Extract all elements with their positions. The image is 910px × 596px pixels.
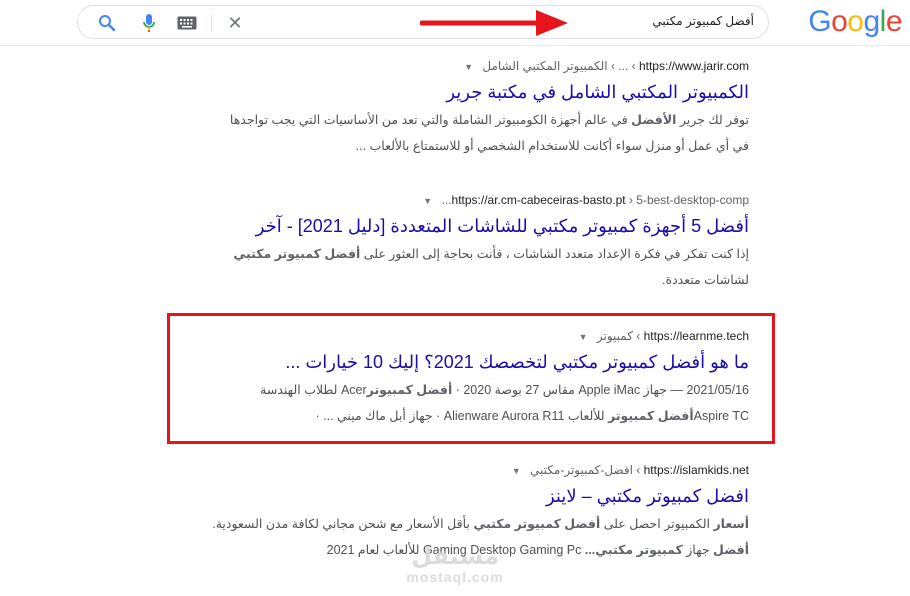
result-title[interactable]: الكمبيوتر المكتبي الشامل في مكتبة جرير — [169, 80, 749, 104]
result-title[interactable]: افضل كمبيوتر مكتبي – لاينز — [169, 484, 749, 508]
search-result: https://ar.cm-cabeceiras-basto.pt › 5-be… — [169, 192, 749, 293]
logo-letter: o — [847, 5, 864, 38]
snippet-text: في عالم أجهزة الكومبيوتر الشاملة والتي ت… — [229, 113, 632, 127]
chevron-down-icon[interactable]: ▼ — [464, 62, 473, 72]
search-divider — [211, 14, 212, 32]
result-snippet: 2021/05/16 — جهاز Apple iMac مقاس 27 بوص… — [169, 377, 749, 429]
snippet-text: لشاشات متعددة. — [662, 273, 749, 287]
snippet-bold: أفضل كمبيوتر مكتبي — [473, 517, 601, 531]
search-result: https://www.jarir.com › ... › الكمبيوتر … — [169, 58, 749, 159]
microphone-icon[interactable] — [138, 6, 160, 40]
result-snippet: إذا كنت تفكر في فكرة الإعداد متعدد الشاش… — [169, 241, 749, 293]
result-url[interactable]: https://ar.cm-cabeceiras-basto.pt — [452, 193, 626, 207]
annotation-arrow — [420, 10, 568, 36]
result-citation[interactable]: https://ar.cm-cabeceiras-basto.pt › 5-be… — [169, 192, 749, 209]
chevron-down-icon[interactable]: ▼ — [579, 332, 588, 342]
snippet-text: بأقل الأسعار مع شحن مجاني لكافة مدن السع… — [212, 517, 474, 531]
snippet-text: جهاز — [682, 543, 714, 557]
watermark: مستقل mostaql.com — [400, 543, 510, 586]
snippet-text: الكمبيوتر احصل على — [600, 517, 714, 531]
result-title[interactable]: ما هو أفضل كمبيوتر مكتبي لتخصصك 2021؟ إل… — [169, 350, 749, 374]
snippet-bold: الأفضل — [631, 113, 677, 127]
search-icon[interactable] — [96, 6, 118, 40]
result-url[interactable]: https://islamkids.net — [644, 463, 749, 477]
snippet-bold: أسعار — [713, 517, 749, 531]
snippet-bold: أفضل — [713, 543, 749, 557]
result-url[interactable]: https://learnme.tech — [644, 329, 749, 343]
result-url[interactable]: https://www.jarir.com — [639, 59, 749, 73]
snippet-text: للألعاب Alienware Aurora R11 · جهاز أبل … — [315, 409, 609, 423]
result-path: › افضل-كمبيوتر-مكتبي — [530, 463, 641, 477]
snippet-text: توفر لك جرير — [676, 113, 749, 127]
result-path: › ... › الكمبيوتر المكتبي الشامل — [482, 59, 636, 73]
watermark-arabic: مستقل — [411, 543, 499, 570]
snippet-text: في أي عمل أو منزل سواء أكانت للاستخدام ا… — [355, 139, 749, 153]
chevron-down-icon[interactable]: ▼ — [423, 196, 432, 206]
result-title[interactable]: أفضل 5 أجهزة كمبيوتر مكتبي للشاشات المتع… — [169, 214, 749, 238]
snippet-bold: أفضل كمبيوتر — [366, 383, 453, 397]
logo-letter: g — [863, 5, 880, 38]
watermark-latin: mostaql.com — [406, 569, 504, 585]
keyboard-icon[interactable] — [176, 6, 198, 40]
snippet-bold: أفضل كمبيوتر مكتبي — [233, 247, 361, 261]
snippet-text: Aspire TC — [693, 409, 749, 423]
logo-letter: G — [808, 5, 832, 38]
search-result: https://learnme.tech › كمبيوتر ▼ ما هو أ… — [169, 328, 749, 429]
snippet-text: إذا كنت تفكر في فكرة الإعداد متعدد الشاش… — [360, 247, 749, 261]
logo-letter: e — [885, 5, 903, 38]
snippet-text: Acer لطلاب الهندسة — [260, 383, 367, 397]
google-logo[interactable]: Google — [808, 5, 902, 39]
close-icon[interactable]: ✕ — [224, 6, 246, 40]
snippet-text: — جهاز Apple iMac مقاس 27 بوصة 2020 · — [452, 383, 687, 397]
search-query-text[interactable]: أفضل كمبيوتر مكتبي — [652, 14, 754, 28]
result-path: › كمبيوتر — [596, 329, 641, 343]
result-citation[interactable]: https://www.jarir.com › ... › الكمبيوتر … — [169, 58, 749, 75]
snippet-bold: أفضل كمبيوتر — [608, 409, 694, 423]
chevron-down-icon[interactable]: ▼ — [512, 466, 521, 476]
logo-letter: o — [831, 5, 848, 38]
result-snippet: توفر لك جرير الأفضل في عالم أجهزة الكومب… — [169, 107, 749, 159]
result-citation[interactable]: https://learnme.tech › كمبيوتر ▼ — [169, 328, 749, 345]
result-citation[interactable]: https://islamkids.net › افضل-كمبيوتر-مكت… — [169, 462, 749, 479]
snippet-date: 2021/05/16 — [686, 383, 749, 397]
snippet-bold: كمبيوتر مكتبي... — [584, 543, 683, 557]
